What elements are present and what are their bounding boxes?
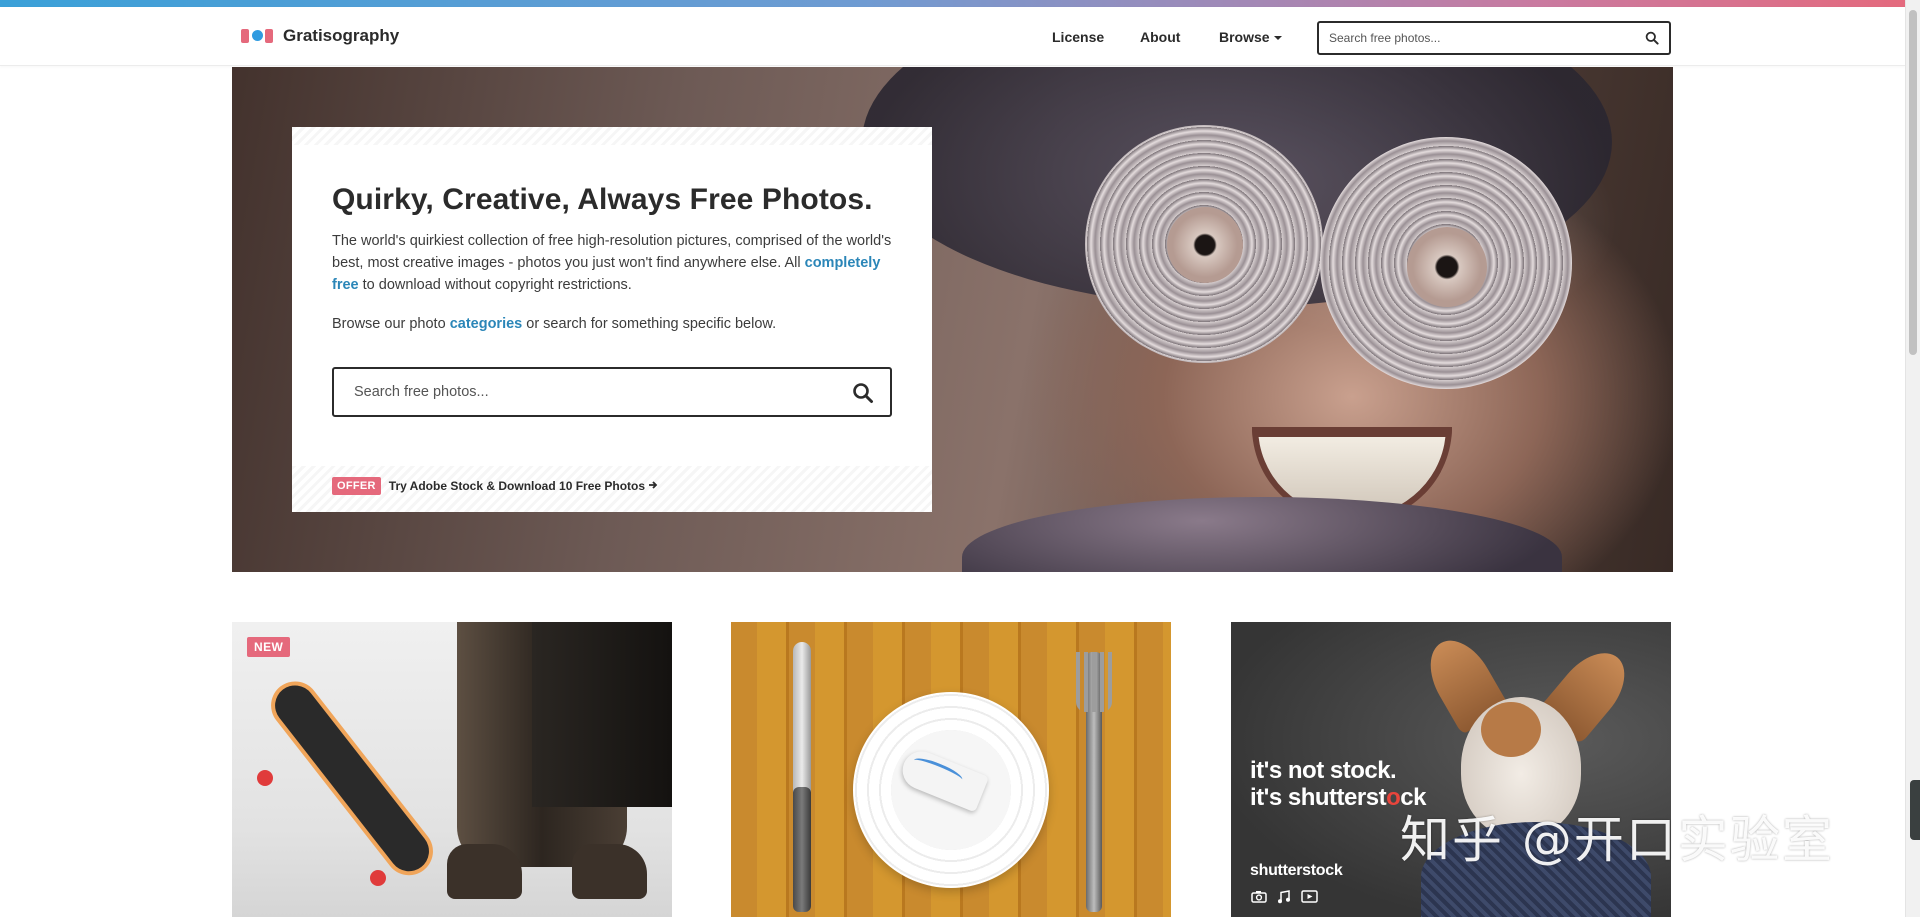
ad-media-icons: [1251, 890, 1318, 909]
nav-browse-label: Browse: [1219, 29, 1270, 45]
hero-card: Quirky, Creative, Always Free Photos. Th…: [292, 127, 932, 512]
hero-description: The world's quirkiest collection of free…: [332, 230, 897, 296]
nav-link-about[interactable]: About: [1140, 29, 1180, 45]
shutterstock-logo: shutterstock: [1250, 862, 1343, 879]
coat-image: [532, 622, 672, 807]
photo-tile-skateboard[interactable]: NEW: [232, 622, 672, 917]
hero-search-input[interactable]: [354, 369, 834, 415]
skateboard-image: [267, 677, 438, 880]
photo-tile-plate[interactable]: [731, 622, 1171, 917]
dog-patch: [1481, 702, 1541, 757]
hero-photo-eye-left: [1167, 207, 1243, 283]
site-header: Gratisography License About Browse: [0, 7, 1905, 66]
header-search-box: [1317, 21, 1671, 55]
skateboard-wheel: [370, 870, 386, 886]
offer-text-wrap: Try Adobe Stock & Download 10 Free Photo…: [389, 479, 658, 493]
browse-text-1: Browse our photo: [332, 316, 450, 332]
boot-image: [447, 844, 522, 899]
card-stripe-top: [292, 127, 932, 145]
skateboard-wheel: [257, 770, 273, 786]
zhihu-watermark: 知乎 @开口实验室: [1400, 811, 1834, 869]
fork-image: [1076, 652, 1112, 912]
ad-line-2-text: it's shutterst: [1250, 784, 1387, 811]
logo-text: Gratisography: [283, 26, 400, 45]
hero-photo-eye-right: [1407, 227, 1487, 307]
hero-description-text-2: to download without copyright restrictio…: [358, 277, 632, 293]
music-note-icon: [1277, 890, 1291, 909]
hero-browse-text: Browse our photo categories or search fo…: [332, 316, 776, 332]
scrollbar-thumb[interactable]: [1909, 10, 1917, 355]
offer-text: Try Adobe Stock & Download 10 Free Photo…: [388, 479, 646, 493]
arrow-right-icon: [648, 479, 658, 493]
ad-line-1: it's not stock.: [1250, 757, 1397, 784]
search-icon[interactable]: [1645, 31, 1659, 50]
offer-badge: OFFER: [332, 477, 381, 495]
browse-text-2: or search for something specific below.: [522, 316, 777, 332]
knife-image: [793, 642, 811, 912]
ad-line-2-accent: o: [1386, 784, 1401, 811]
logo-mark-icon: [241, 27, 273, 45]
hero-search-box: [332, 367, 892, 417]
caret-down-icon: [1273, 36, 1282, 40]
nav-link-license[interactable]: License: [1052, 29, 1104, 45]
new-badge: NEW: [247, 637, 291, 657]
nav-browse-dropdown[interactable]: Browse: [1219, 29, 1282, 45]
shutterstock-ad-tile[interactable]: it's not stock. it's shutterstock shutte…: [1231, 622, 1671, 917]
header-search-input[interactable]: [1329, 23, 1629, 53]
search-icon[interactable]: [852, 382, 874, 409]
boot-image: [572, 844, 647, 899]
adobe-offer-link[interactable]: OFFER Try Adobe Stock & Download 10 Free…: [332, 477, 658, 495]
categories-link[interactable]: categories: [450, 316, 523, 332]
camera-icon: [1251, 890, 1267, 909]
side-feedback-tab[interactable]: [1910, 780, 1920, 840]
hero-photo-jacket: [962, 497, 1562, 572]
top-gradient-bar: [0, 0, 1920, 7]
hero-title: Quirky, Creative, Always Free Photos.: [332, 183, 873, 216]
logo[interactable]: Gratisography: [241, 26, 399, 46]
video-icon: [1301, 890, 1318, 909]
